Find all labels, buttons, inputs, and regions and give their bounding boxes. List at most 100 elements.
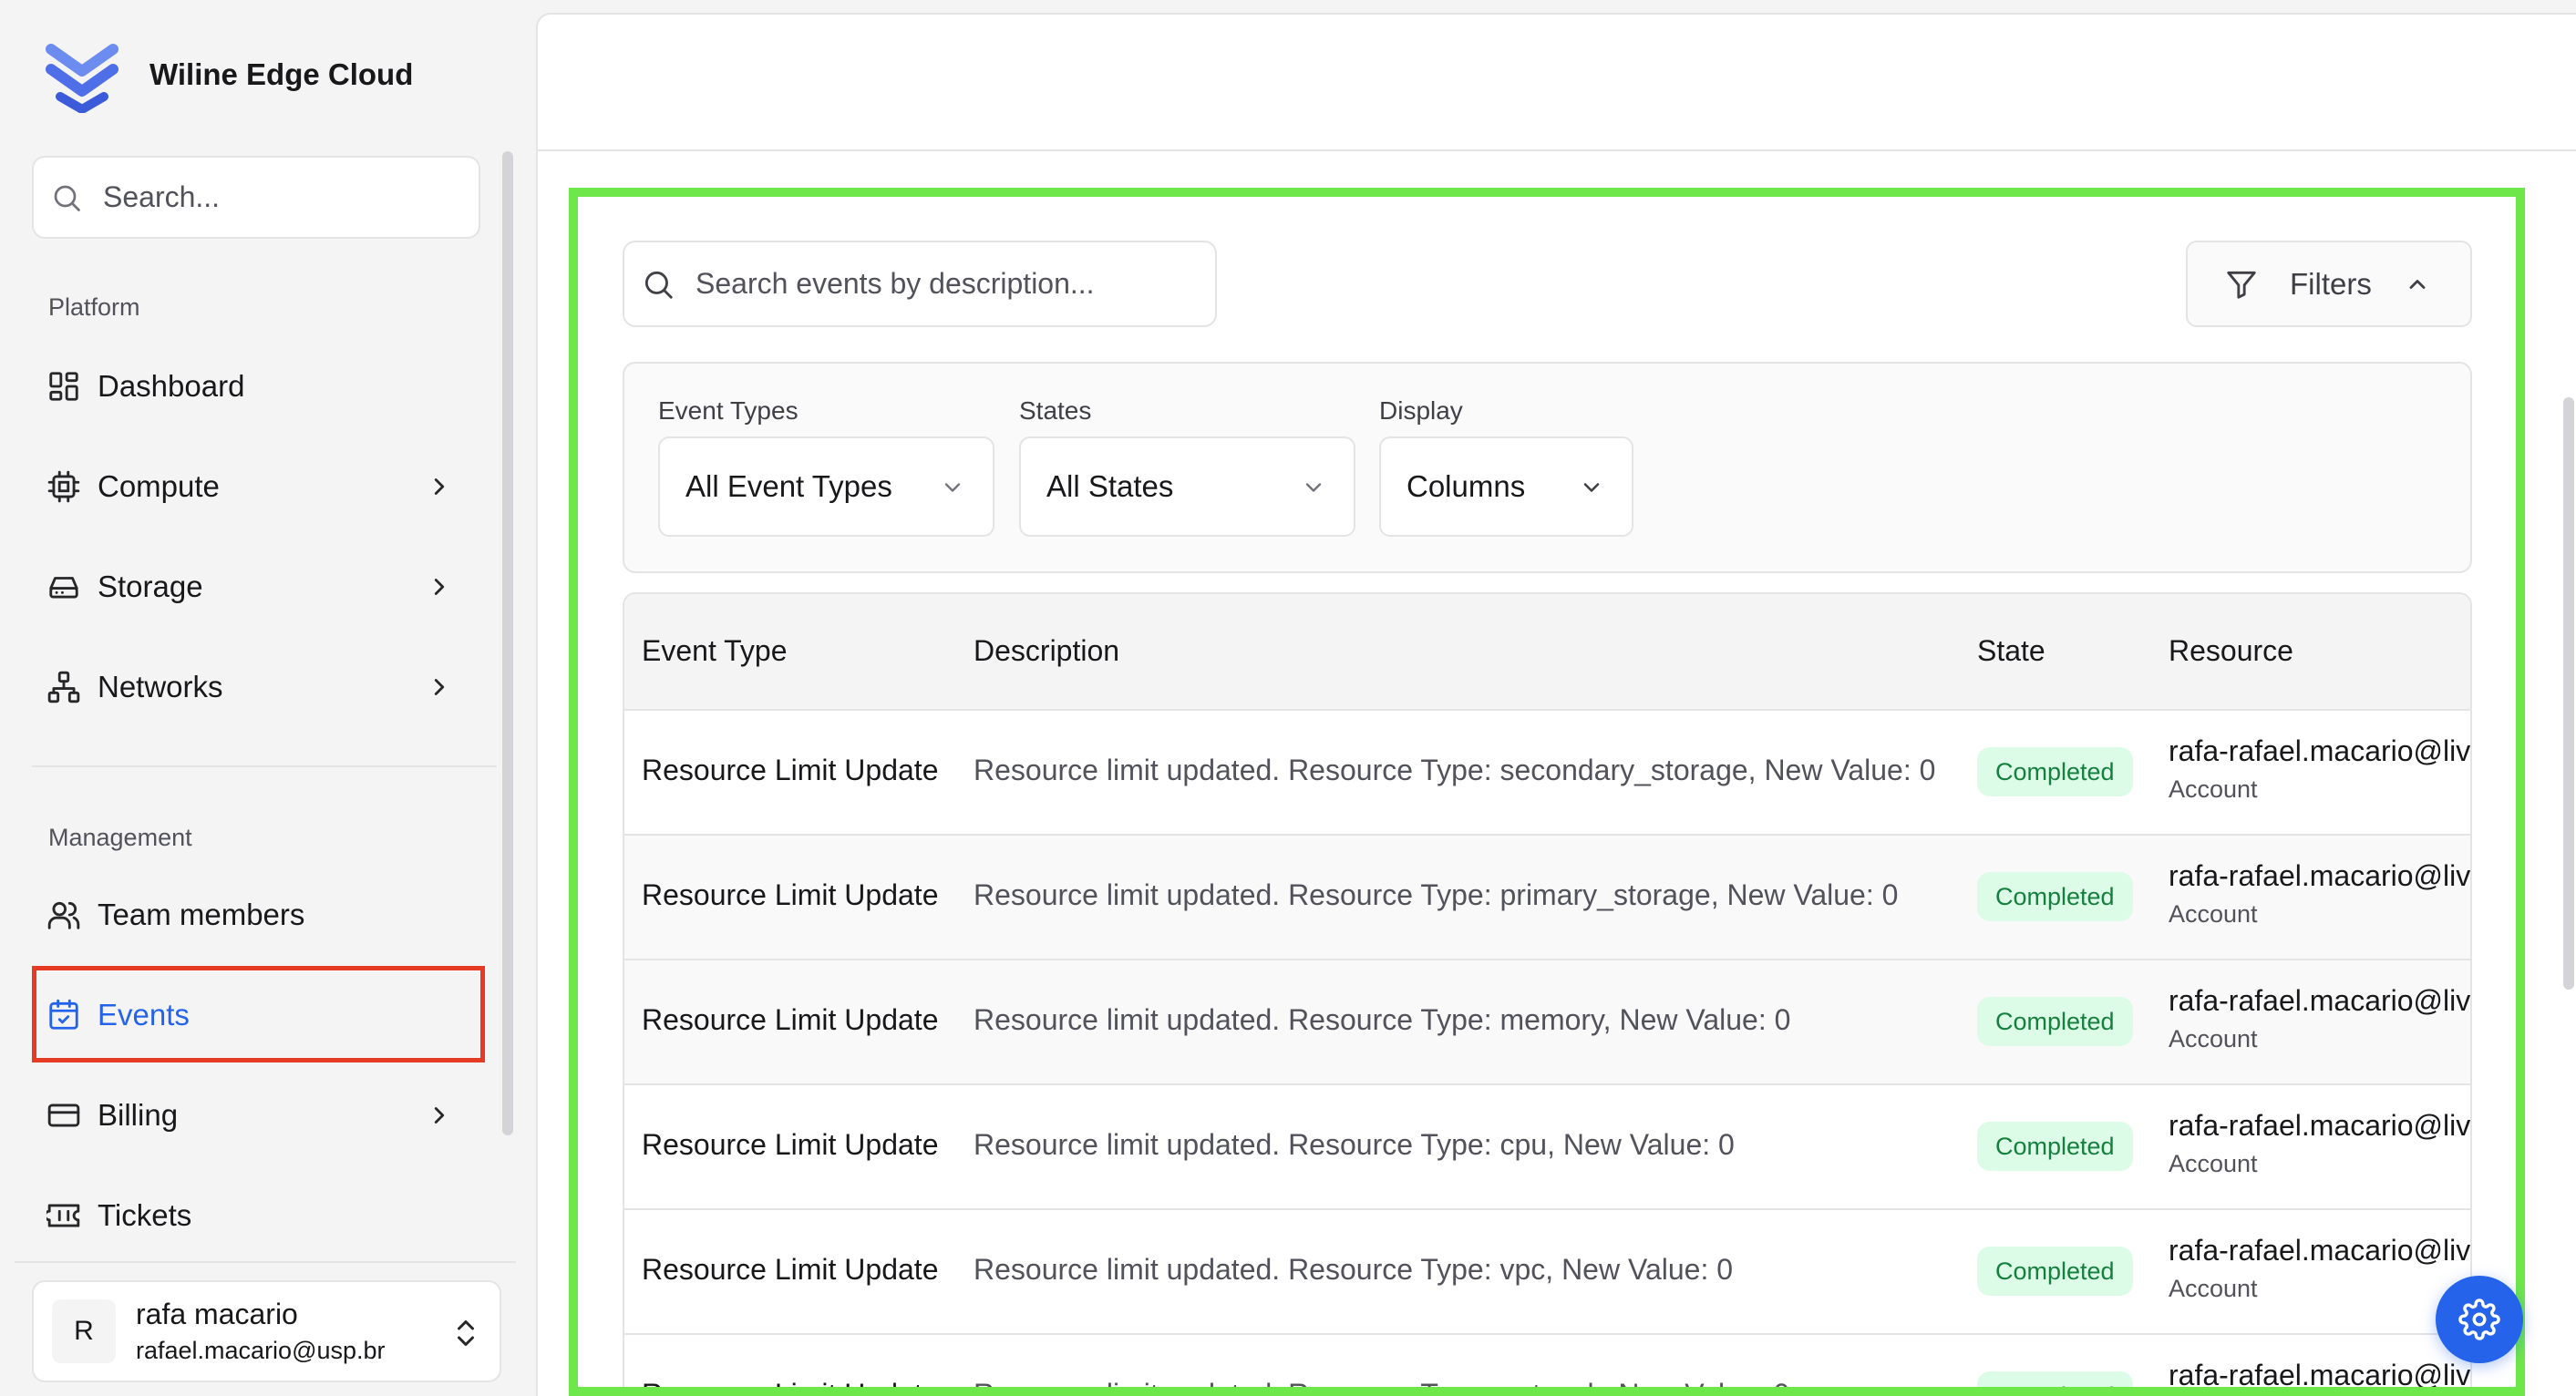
event-search-input[interactable] bbox=[694, 266, 1204, 302]
table-row[interactable]: Resource Limit Update Resource limit upd… bbox=[624, 960, 2470, 1085]
chevron-down-icon bbox=[944, 483, 961, 492]
dashboard-icon bbox=[49, 372, 78, 401]
chevron-down-icon bbox=[1583, 483, 1600, 492]
filter-icon bbox=[2227, 271, 2256, 299]
resource-cell: rafa-rafael.macario@live Account bbox=[2169, 984, 2470, 1053]
resource-kind: Account bbox=[2169, 775, 2258, 803]
filter-group-states: States All States bbox=[1019, 396, 1355, 537]
description-cell: Resource limit updated. Resource Type: n… bbox=[974, 1378, 1790, 1396]
sidebar-item-label: Events bbox=[98, 998, 190, 1032]
calendar-check-icon bbox=[49, 999, 78, 1030]
sidebar-item-label: Dashboard bbox=[98, 369, 245, 403]
resource-name[interactable]: rafa-rafael.macario@live bbox=[2169, 984, 2470, 1018]
avatar: R bbox=[52, 1299, 116, 1363]
event-type-cell: Resource Limit Update bbox=[642, 1378, 939, 1396]
section-label-platform: Platform bbox=[48, 293, 140, 321]
user-name: rafa macario bbox=[136, 1298, 298, 1330]
search-icon bbox=[54, 185, 80, 211]
network-icon bbox=[47, 671, 80, 703]
sidebar-footer-divider bbox=[15, 1261, 516, 1263]
description-cell: Resource limit updated. Resource Type: p… bbox=[974, 878, 1899, 911]
status-badge: Completed bbox=[1977, 1371, 2133, 1394]
columns-select[interactable]: Columns bbox=[1379, 436, 1633, 537]
event-search[interactable] bbox=[623, 241, 1217, 327]
filter-title: Event Types bbox=[658, 396, 799, 425]
sidebar-item-compute[interactable]: Compute bbox=[32, 441, 480, 532]
resource-kind: Account bbox=[2169, 1150, 2258, 1177]
settings-button[interactable] bbox=[2436, 1276, 2523, 1363]
select-value: Columns bbox=[1406, 469, 1526, 503]
select-value: All States bbox=[1046, 469, 1174, 503]
sidebar-item-label: Billing bbox=[98, 1098, 179, 1132]
filters-label: Filters bbox=[2290, 266, 2372, 301]
filters-toggle-button[interactable]: Filters bbox=[2186, 241, 2472, 327]
description-cell: Resource limit updated. Resource Type: c… bbox=[974, 1128, 1735, 1161]
chevron-right-icon bbox=[434, 579, 445, 595]
resource-cell: rafa-rafael.macario@live Account bbox=[2169, 859, 2470, 929]
event-types-select[interactable]: All Event Types bbox=[658, 436, 994, 537]
status-badge: Completed bbox=[1977, 1247, 2133, 1296]
event-type-cell: Resource Limit Update bbox=[642, 878, 939, 911]
chevron-up-icon bbox=[2409, 279, 2426, 289]
main-scrollbar[interactable] bbox=[2563, 397, 2574, 990]
description-cell: Resource limit updated. Resource Type: m… bbox=[974, 1003, 1791, 1036]
sidebar-item-events[interactable]: Events bbox=[32, 970, 480, 1061]
status-badge: Completed bbox=[1977, 1122, 2133, 1171]
column-header-state[interactable]: State bbox=[1977, 634, 2045, 668]
resource-name[interactable]: rafa-rafael.macario@live bbox=[2169, 859, 2470, 893]
column-header-event-type[interactable]: Event Type bbox=[642, 634, 788, 668]
select-value: All Event Types bbox=[685, 469, 892, 503]
user-email: rafael.macario@usp.br bbox=[136, 1337, 386, 1364]
sidebar-scrollbar[interactable] bbox=[502, 151, 513, 1135]
sidebar-item-dashboard[interactable]: Dashboard bbox=[32, 341, 480, 432]
resource-name[interactable]: rafa-rafael.macario@live bbox=[2169, 1234, 2470, 1268]
description-cell: Resource limit updated. Resource Type: s… bbox=[974, 754, 1936, 786]
resource-kind: Account bbox=[2169, 1275, 2258, 1302]
event-type-cell: Resource Limit Update bbox=[642, 1003, 939, 1036]
sidebar-item-team-members[interactable]: Team members bbox=[32, 869, 480, 960]
sidebar-search[interactable] bbox=[32, 156, 480, 239]
hard-drive-icon bbox=[49, 577, 78, 599]
sidebar-item-label: Tickets bbox=[98, 1198, 192, 1232]
chevron-right-icon bbox=[434, 679, 445, 695]
chevron-right-icon bbox=[434, 478, 445, 495]
chevron-right-icon bbox=[434, 1107, 445, 1124]
column-header-description[interactable]: Description bbox=[974, 634, 1119, 668]
users-icon bbox=[47, 901, 80, 929]
sidebar: Wiline Edge Cloud Platform Dashboard Com… bbox=[0, 0, 534, 1396]
resource-kind: Account bbox=[2169, 900, 2258, 928]
sidebar-item-label: Team members bbox=[98, 898, 305, 931]
sidebar-item-storage[interactable]: Storage bbox=[32, 541, 480, 632]
events-table: Event Type Description State Resource Re… bbox=[623, 592, 2472, 1396]
user-menu[interactable]: R rafa macario rafael.macario@usp.br bbox=[32, 1280, 501, 1382]
event-type-cell: Resource Limit Update bbox=[642, 1253, 939, 1286]
table-row[interactable]: Resource Limit Update Resource limit upd… bbox=[624, 1210, 2470, 1335]
sidebar-item-label: Networks bbox=[98, 670, 223, 703]
status-badge: Completed bbox=[1977, 872, 2133, 921]
gear-icon bbox=[2458, 1298, 2500, 1340]
table-header: Event Type Description State Resource bbox=[624, 594, 2470, 711]
resource-kind: Account bbox=[2169, 1025, 2258, 1052]
resource-cell: rafa-rafael.macario@live Account bbox=[2169, 734, 2470, 804]
table-row[interactable]: Resource Limit Update Resource limit upd… bbox=[624, 836, 2470, 960]
sidebar-item-networks[interactable]: Networks bbox=[32, 642, 480, 733]
chevron-down-icon bbox=[1305, 483, 1322, 492]
sidebar-item-label: Storage bbox=[98, 570, 203, 603]
resource-name[interactable]: rafa-rafael.macario@live bbox=[2169, 1109, 2470, 1143]
resource-name[interactable]: rafa-rafael.macario@live bbox=[2169, 1359, 2470, 1392]
brand[interactable]: Wiline Edge Cloud bbox=[46, 36, 413, 113]
search-icon bbox=[644, 271, 673, 299]
sidebar-item-tickets[interactable]: Tickets bbox=[32, 1170, 480, 1261]
states-select[interactable]: All States bbox=[1019, 436, 1355, 537]
sidebar-search-input[interactable] bbox=[101, 180, 448, 215]
table-row[interactable]: Resource Limit Update Resource limit upd… bbox=[624, 711, 2470, 836]
table-row[interactable]: Resource Limit Update Resource limit upd… bbox=[624, 1085, 2470, 1210]
credit-card-icon bbox=[47, 1103, 80, 1127]
section-label-management: Management bbox=[48, 824, 192, 851]
column-header-resource[interactable]: Resource bbox=[2169, 634, 2293, 668]
resource-name[interactable]: rafa-rafael.macario@live bbox=[2169, 734, 2470, 768]
sidebar-item-billing[interactable]: Billing bbox=[32, 1070, 480, 1161]
filter-group-event-types: Event Types All Event Types bbox=[658, 396, 994, 537]
table-row[interactable]: Resource Limit Update Resource limit upd… bbox=[624, 1335, 2470, 1396]
status-badge: Completed bbox=[1977, 747, 2133, 796]
